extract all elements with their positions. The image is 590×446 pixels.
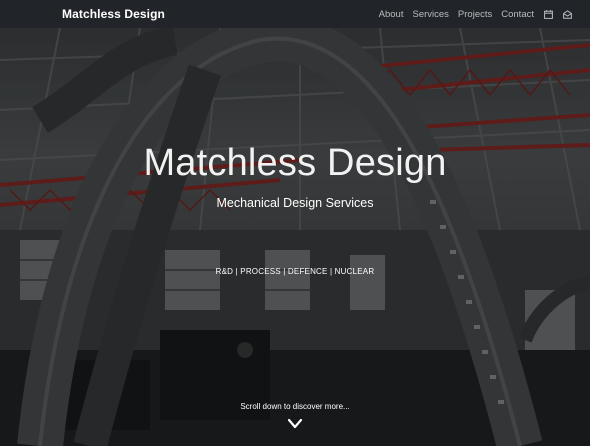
- brand-link[interactable]: Matchless Design: [62, 7, 165, 21]
- nav-link-services[interactable]: Services: [412, 9, 448, 20]
- hero-section: Matchless Design Mechanical Design Servi…: [0, 0, 590, 446]
- navbar: Matchless Design About Services Projects…: [0, 0, 590, 28]
- hero-tags: R&D | PROCESS | DEFENCE | NUCLEAR: [215, 267, 375, 276]
- nav-link-projects[interactable]: Projects: [458, 9, 492, 20]
- mail-icon[interactable]: [562, 9, 572, 19]
- nav-link-about[interactable]: About: [379, 9, 404, 20]
- nav-links: About Services Projects Contact: [379, 9, 572, 20]
- hero-subtitle: Mechanical Design Services: [216, 196, 374, 210]
- hero-title: Matchless Design: [143, 142, 447, 184]
- calendar-icon[interactable]: [543, 9, 553, 19]
- nav-link-contact[interactable]: Contact: [501, 9, 534, 20]
- scroll-hint: Scroll down to discover more...: [240, 402, 350, 411]
- chevron-down-icon[interactable]: [287, 418, 303, 430]
- page: Matchless Design About Services Projects…: [0, 0, 590, 446]
